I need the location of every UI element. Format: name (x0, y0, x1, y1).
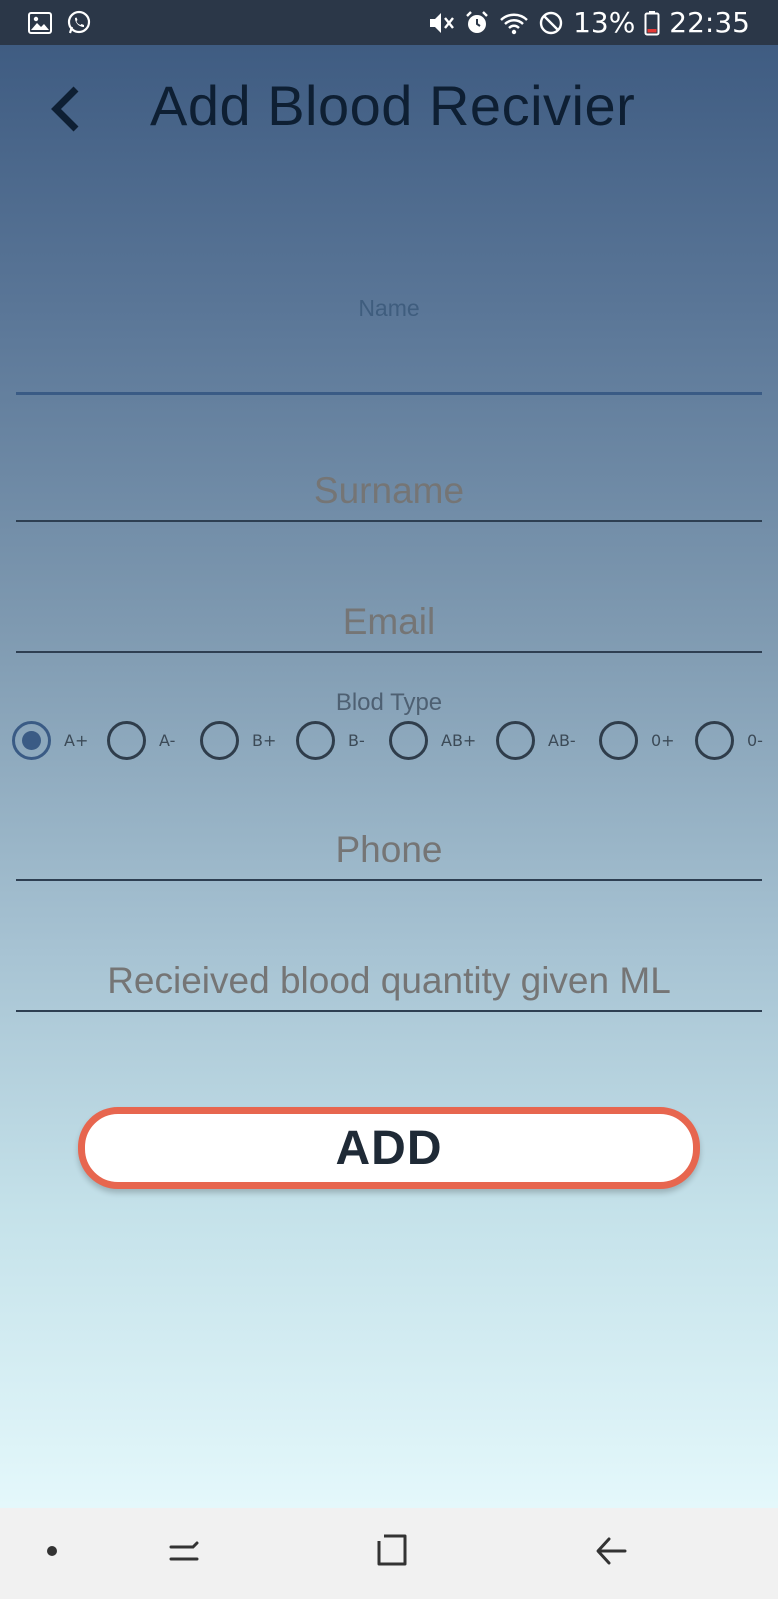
phone-input[interactable] (16, 829, 762, 871)
radio-label: 0- (747, 730, 763, 750)
clock: 22:35 (669, 6, 750, 39)
email-field[interactable] (16, 555, 762, 653)
radio-a-pos[interactable]: A+ (12, 715, 88, 765)
radio-label: AB- (548, 730, 576, 750)
radio-a-neg[interactable]: A- (107, 715, 175, 765)
radio-label: 0+ (651, 730, 675, 750)
radio-circle[interactable] (496, 720, 535, 760)
surname-field[interactable] (16, 425, 762, 522)
name-underline (16, 392, 762, 395)
wifi-icon (499, 11, 529, 35)
add-button-label: ADD (335, 1121, 443, 1175)
radio-circle[interactable] (389, 720, 428, 760)
radio-label: A+ (64, 730, 89, 750)
battery-percent: 13% (573, 6, 636, 39)
home-icon (374, 1533, 410, 1574)
radio-label: B- (348, 730, 365, 750)
back-icon (593, 1533, 629, 1574)
radio-circle-checked[interactable] (12, 720, 51, 760)
radio-circle[interactable] (107, 720, 146, 760)
radio-o-neg[interactable]: 0- (695, 715, 763, 765)
radio-b-pos[interactable]: B+ (200, 715, 276, 765)
nav-dot-button[interactable] (22, 1508, 82, 1599)
app-header: Add Blood Recivier (0, 45, 778, 175)
do-not-disturb-icon (538, 10, 564, 36)
blood-type-radio-group: A+ A- B+ B- AB+ AB- 0+ 0- (0, 715, 778, 765)
phone-field[interactable] (16, 785, 762, 881)
surname-input[interactable] (16, 470, 762, 512)
radio-circle[interactable] (695, 720, 734, 760)
gallery-icon (28, 11, 52, 34)
app-screen: Add Blood Recivier Name Blod Type A+ A- … (0, 45, 778, 1508)
status-bar: 13% 22:35 (0, 0, 778, 45)
name-field[interactable]: Name (16, 285, 762, 395)
radio-circle[interactable] (200, 720, 239, 760)
recent-apps-icon (167, 1533, 203, 1574)
page-title: Add Blood Recivier (150, 74, 636, 137)
chevron-left-icon (48, 85, 82, 138)
radio-ab-pos[interactable]: AB+ (389, 715, 476, 765)
quantity-input[interactable] (16, 960, 762, 1002)
add-button[interactable]: ADD (78, 1107, 700, 1189)
nav-back-button[interactable] (571, 1508, 651, 1599)
blood-type-label: Blod Type (335, 689, 443, 716)
quantity-field[interactable] (16, 915, 762, 1012)
battery-icon (644, 10, 660, 36)
nav-home-button[interactable] (352, 1508, 432, 1599)
whatsapp-icon (66, 10, 92, 36)
phone-underline (16, 879, 762, 881)
radio-o-pos[interactable]: 0+ (599, 715, 675, 765)
radio-label: AB+ (441, 730, 477, 750)
radio-label: B+ (252, 730, 277, 750)
name-label: Name (358, 295, 420, 321)
radio-label: A- (159, 730, 176, 750)
email-input[interactable] (16, 601, 762, 643)
radio-circle[interactable] (296, 720, 335, 760)
dot-icon (45, 1544, 59, 1563)
email-underline (16, 651, 762, 653)
alarm-icon (464, 10, 490, 36)
radio-b-neg[interactable]: B- (296, 715, 365, 765)
radio-ab-neg[interactable]: AB- (496, 715, 576, 765)
name-input[interactable] (16, 343, 762, 385)
quantity-underline (16, 1010, 762, 1012)
nav-recent-apps-button[interactable] (145, 1508, 225, 1599)
status-right: 13% 22:35 (427, 6, 750, 39)
mute-icon (427, 10, 455, 36)
surname-underline (16, 520, 762, 522)
radio-circle[interactable] (599, 720, 638, 760)
back-button[interactable] (40, 81, 90, 141)
navigation-bar (0, 1508, 778, 1599)
status-left (28, 10, 92, 36)
